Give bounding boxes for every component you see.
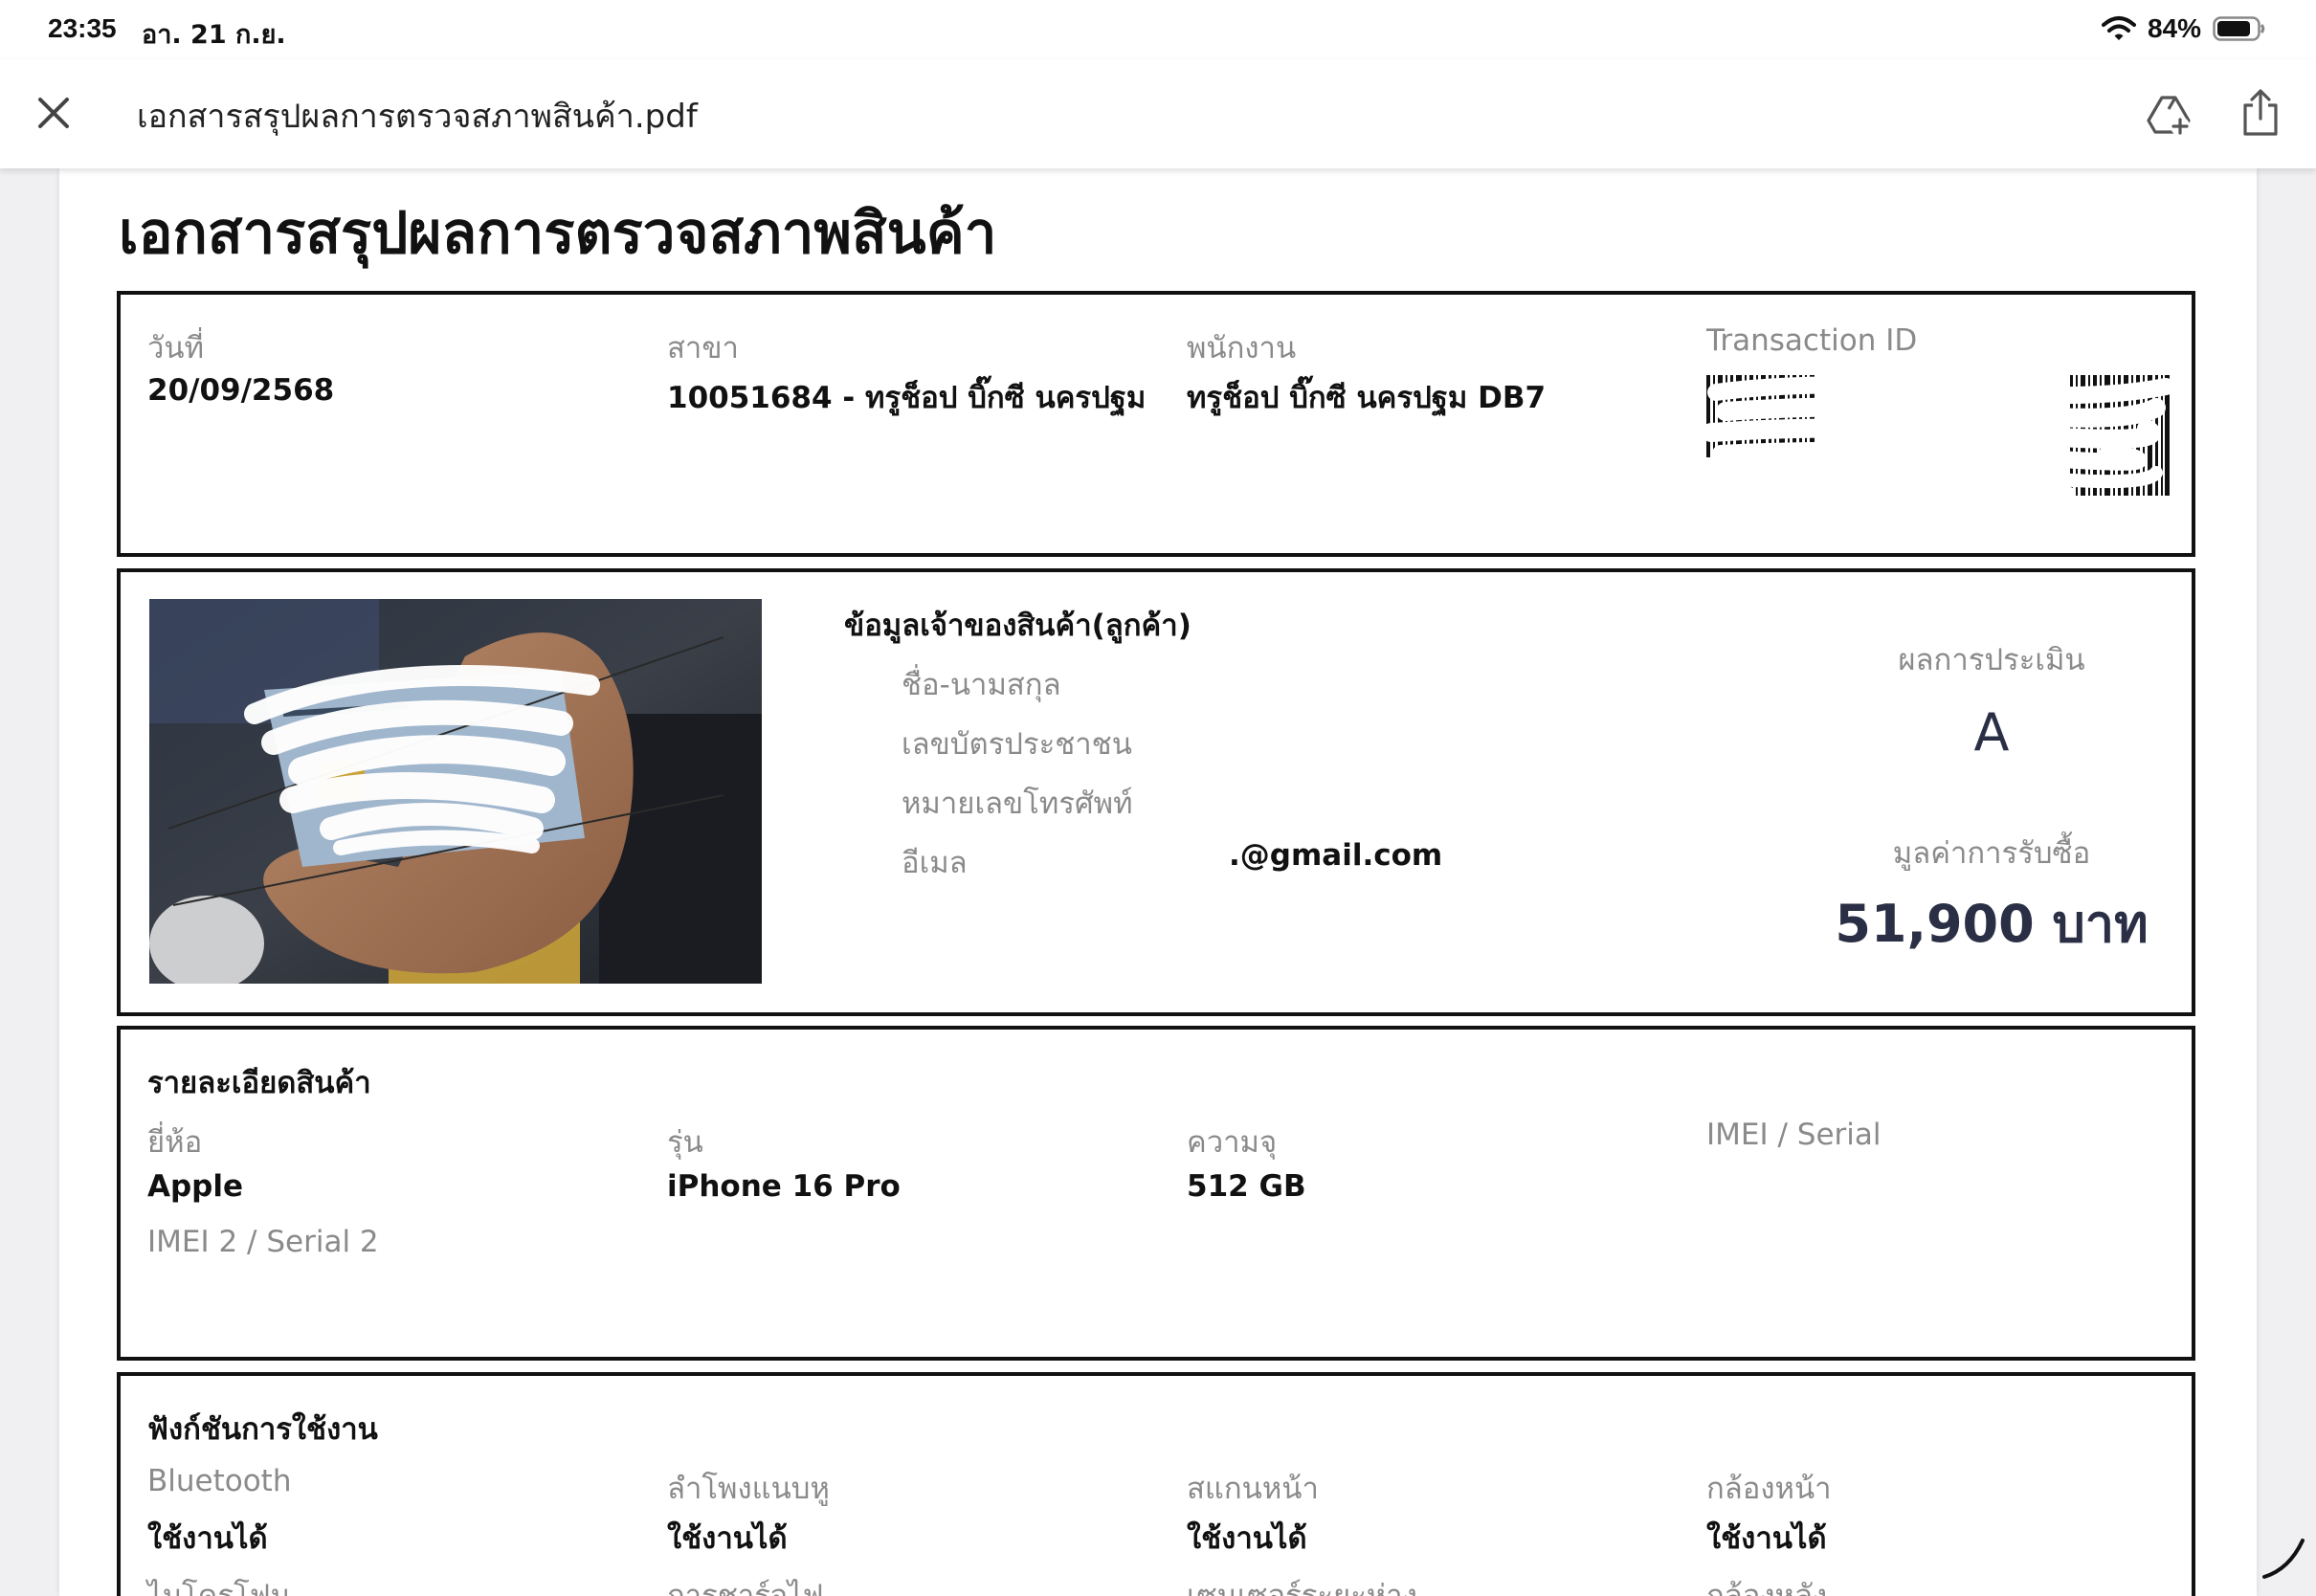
- staff-value: ทรูช็อป บิ๊กซี นครปฐม DB7: [1187, 381, 1547, 415]
- product-details-box: รายละเอียดสินค้า ยี่ห้อ Apple รุ่น iPhon…: [117, 1026, 2195, 1361]
- battery-percent: 84%: [2147, 13, 2201, 43]
- phone-label: หมายเลขโทรศัพท์: [902, 787, 1133, 821]
- branch-value: 10051684 - ทรูช็อป บิ๊กซี นครปฐม: [667, 381, 1147, 415]
- price-label: มูลค่าการรับซื้อ: [1892, 836, 2091, 871]
- function-label: สแกนหน้า: [1187, 1472, 1319, 1506]
- customer-heading: ข้อมูลเจ้าของสินค้า(ลูกค้า): [844, 609, 1191, 643]
- model-value: iPhone 16 Pro: [667, 1169, 901, 1204]
- battery-icon: [2213, 16, 2265, 41]
- function-value: ใช้งานได้: [147, 1521, 268, 1556]
- function-value: ใช้งานได้: [1187, 1521, 1307, 1556]
- function-value: ใช้งานได้: [1706, 1521, 1827, 1556]
- id-card-photo: [149, 599, 762, 984]
- imei-label: IMEI / Serial: [1706, 1118, 1882, 1152]
- staff-label: พนักงาน: [1187, 331, 1297, 366]
- model-label: รุ่น: [667, 1125, 703, 1160]
- customer-info-box: ข้อมูลเจ้าของสินค้า(ลูกค้า) ชื่อ-นามสกุล…: [117, 568, 2195, 1016]
- imei2-label: IMEI 2 / Serial 2: [147, 1225, 379, 1259]
- status-right: 84%: [2101, 11, 2266, 46]
- function-label: เซนเซอร์ระยะห่าง: [1187, 1579, 1417, 1596]
- capacity-label: ความจุ: [1187, 1125, 1278, 1160]
- brand-label: ยี่ห้อ: [147, 1125, 203, 1160]
- status-date: อา. 21 ก.ย.: [142, 20, 286, 50]
- document-title: เอกสารสรุปผลการตรวจสภาพสินค้า: [119, 200, 997, 267]
- id-card-label: เลขบัตรประชาชน: [902, 727, 1132, 762]
- add-to-drive-icon[interactable]: [2146, 92, 2192, 138]
- viewer-toolbar: เอกสารสรุปผลการตรวจสภาพสินค้า.pdf: [0, 59, 2316, 168]
- email-value: .@gmail.com: [1229, 838, 1443, 873]
- date-value: 20/09/2568: [147, 373, 335, 408]
- status-time: 23:35: [48, 13, 117, 43]
- product-heading: รายละเอียดสินค้า: [147, 1066, 371, 1100]
- brand-value: Apple: [147, 1169, 244, 1204]
- grade-value: A: [1973, 702, 2010, 763]
- functions-box: ฟังก์ชันการใช้งาน Bluetooth ใช้งานได้ ลำ…: [117, 1372, 2195, 1596]
- price-value: 51,900 บาท: [1835, 894, 2149, 954]
- name-label: ชื่อ-นามสกุล: [902, 668, 1061, 702]
- function-value: ใช้งานได้: [667, 1521, 788, 1556]
- function-label: กล้องหน้า: [1706, 1472, 1832, 1506]
- function-label: ลำโพงแนบหู: [667, 1472, 830, 1506]
- pdf-page: เอกสารสรุปผลการตรวจสภาพสินค้า วันที่ 20/…: [59, 168, 2257, 1596]
- date-label: วันที่: [147, 331, 205, 366]
- transaction-info-box: วันที่ 20/09/2568 สาขา 10051684 - ทรูช็อ…: [117, 291, 2195, 557]
- function-label: ไมโครโฟน: [147, 1579, 291, 1596]
- barcode-image: [1706, 373, 2171, 498]
- close-icon[interactable]: [34, 94, 73, 132]
- function-label: Bluetooth: [147, 1464, 292, 1498]
- function-label: การชาร์จไฟ: [667, 1579, 824, 1596]
- email-label: อีเมล: [902, 846, 968, 880]
- markup-pencil-icon[interactable]: [2260, 1535, 2306, 1581]
- functions-heading: ฟังก์ชันการใช้งาน: [147, 1412, 378, 1447]
- capacity-value: 512 GB: [1187, 1169, 1306, 1204]
- file-name: เอกสารสรุปผลการตรวจสภาพสินค้า.pdf: [137, 98, 698, 136]
- function-label: กล้องหลัง: [1706, 1579, 1828, 1596]
- share-icon[interactable]: [2238, 88, 2283, 138]
- transaction-id-label: Transaction ID: [1706, 323, 1918, 358]
- grade-label: ผลการประเมิน: [1898, 643, 2085, 677]
- branch-label: สาขา: [667, 331, 739, 366]
- wifi-icon: [2101, 16, 2136, 40]
- status-bar: 23:35 อา. 21 ก.ย. 84%: [0, 0, 2316, 59]
